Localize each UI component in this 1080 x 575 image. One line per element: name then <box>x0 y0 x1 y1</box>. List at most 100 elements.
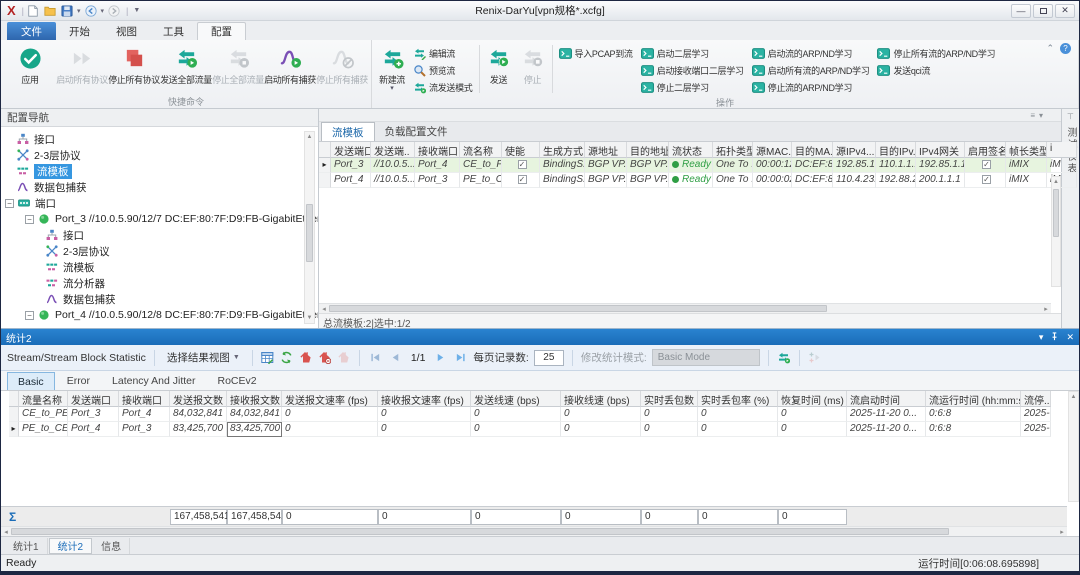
open-folder-icon[interactable] <box>43 4 57 18</box>
table-edit-icon[interactable] <box>261 351 275 365</box>
back-icon[interactable] <box>84 4 98 18</box>
column-header[interactable]: 发送线速 (bps) <box>471 391 561 407</box>
menu-tab-file[interactable]: 文件 <box>7 22 56 40</box>
cell[interactable]: 110.1.1.1 <box>876 158 916 173</box>
cell[interactable]: Port_3 <box>119 422 170 437</box>
minimize-button[interactable]: — <box>1011 4 1031 18</box>
stream-send-mode-button[interactable]: 流发送模式 <box>409 79 477 96</box>
cell[interactable]: BGP VP... <box>627 158 669 173</box>
nav-last-button[interactable] <box>453 351 468 365</box>
cell[interactable]: Port_3 <box>331 158 371 173</box>
column-header[interactable]: 接收线速 (bps) <box>561 391 641 407</box>
cell[interactable]: Port_3 <box>415 173 460 188</box>
cell[interactable]: 200.1.1.1 <box>916 173 965 188</box>
stats-tab-Basic[interactable]: Basic <box>7 372 55 390</box>
save-dropdown-icon[interactable]: ▾ <box>77 7 81 15</box>
tree-item[interactable]: 流模板 <box>1 163 318 179</box>
tree-vscrollbar[interactable]: ▲▼ <box>304 131 315 324</box>
ribbon-button-启动接收端口二层学习[interactable]: 启动接收端口二层学习 <box>637 62 748 79</box>
cell[interactable]: Port_4 <box>331 173 371 188</box>
column-header[interactable]: 源IPv4... <box>833 142 876 158</box>
column-header[interactable]: i <box>1047 142 1077 158</box>
tree-item[interactable]: 流模板 <box>1 259 318 275</box>
cell[interactable]: 0 <box>698 407 778 422</box>
flow-vscrollbar[interactable]: ▲ <box>1051 176 1061 287</box>
table-row[interactable]: ▸PE_to_CEPort_4Port_383,425,70083,425,70… <box>9 422 1067 437</box>
column-header[interactable]: 目的MA... <box>792 142 833 158</box>
tree-item[interactable]: 数据包捕获 <box>1 179 318 195</box>
cell[interactable]: 192.85.1.2 <box>833 158 876 173</box>
stats-tab-Latency And Jitter[interactable]: Latency And Jitter <box>102 372 205 390</box>
cell[interactable]: 00:00:02... <box>753 173 792 188</box>
help-icon[interactable]: ? <box>1060 43 1071 54</box>
cell[interactable]: ✓ <box>965 173 1006 188</box>
cell[interactable]: CE_to_PE <box>19 407 68 422</box>
stream-mode-icon[interactable] <box>777 351 791 365</box>
cell[interactable]: Port_3 <box>68 407 119 422</box>
checkbox-icon[interactable]: ✓ <box>982 175 991 184</box>
cell[interactable]: BGP VP... <box>585 173 627 188</box>
column-header[interactable]: 流停... <box>1021 391 1051 407</box>
ribbon-button-stopsq[interactable]: 停止所有协议 <box>108 42 160 86</box>
ribbon-button-停止所有流的ARP/ND学习[interactable]: 停止所有流的ARP/ND学习 <box>873 45 999 62</box>
app-icon[interactable]: X <box>7 4 16 17</box>
cell[interactable]: 0 <box>471 422 561 437</box>
column-header[interactable]: IPv4网关 <box>916 142 965 158</box>
flow-tab-流模板[interactable]: 流模板 <box>321 122 375 141</box>
new-stream-button[interactable]: 新建流 ▾ <box>375 42 409 91</box>
cell[interactable]: ✓ <box>502 158 540 173</box>
scroll-left-icon[interactable]: ◂ <box>1 528 11 536</box>
menu-tab-开始[interactable]: 开始 <box>56 22 103 40</box>
column-header[interactable]: 恢复时间 (ms) <box>778 391 847 407</box>
column-header[interactable]: 发送报文速率 (fps) <box>282 391 378 407</box>
expander-icon[interactable]: − <box>5 199 14 208</box>
tree-item[interactable]: 流分析器 <box>1 275 318 291</box>
menu-tab-工具[interactable]: 工具 <box>150 22 197 40</box>
cell[interactable]: 2025-11-20 0... <box>847 422 926 437</box>
cell[interactable]: 0 <box>282 407 378 422</box>
send-button[interactable]: 发送 <box>482 42 516 86</box>
cell[interactable]: 0 <box>641 422 698 437</box>
pin-icon[interactable] <box>1050 332 1059 343</box>
cell[interactable]: ✓ <box>502 173 540 188</box>
cell[interactable]: One To ... <box>713 158 753 173</box>
table-row[interactable]: ▸Port_3//10.0.5...Port_4CE_to_PE✓Binding… <box>319 158 1051 173</box>
maximize-button[interactable] <box>1033 4 1053 18</box>
cell[interactable]: 83,425,700 <box>227 422 282 437</box>
cell[interactable]: 192.85.1.1 <box>916 158 965 173</box>
tree-item[interactable]: 2-3层协议 <box>1 147 318 163</box>
close-button[interactable]: ✕ <box>1055 4 1075 18</box>
cell[interactable]: 0 <box>378 407 471 422</box>
drill-hand-badge-icon[interactable] <box>318 351 332 365</box>
cell[interactable]: ✓ <box>965 158 1006 173</box>
cell[interactable]: DC:EF:8... <box>792 158 833 173</box>
column-header[interactable]: 生成方式 <box>540 142 585 158</box>
column-header[interactable]: 流量名称 <box>19 391 68 407</box>
cell[interactable]: 2025-11-20 0... <box>847 407 926 422</box>
stats-hscrollbar[interactable]: ◂ ▸ <box>1 526 1067 536</box>
scroll-left-icon[interactable]: ◂ <box>319 305 329 313</box>
ribbon-button-启动流的ARP/ND学习[interactable]: 启动流的ARP/ND学习 <box>748 45 874 62</box>
column-header[interactable]: 接收报文数 <box>227 391 282 407</box>
column-header[interactable]: 拓扑类型 <box>713 142 753 158</box>
stats-tab-RoCEv2[interactable]: RoCEv2 <box>208 372 267 390</box>
table-row[interactable]: Port_4//10.0.5...Port_3PE_to_CE✓BindingS… <box>319 173 1051 188</box>
expander-icon[interactable]: − <box>25 311 34 320</box>
cell[interactable]: //10.0.5... <box>371 158 415 173</box>
column-header[interactable]: 发送端口 <box>68 391 119 407</box>
column-header[interactable]: 源地址 <box>585 142 627 158</box>
cell[interactable]: Ready <box>669 158 713 173</box>
column-header[interactable]: 帧长类型 <box>1006 142 1047 158</box>
dock-tab-信息[interactable]: 信息 <box>93 538 130 554</box>
column-header[interactable]: 流状态 <box>669 142 713 158</box>
tree-item[interactable]: −Port_4 //10.0.5.90/12/8 DC:EF:80:7F:D9:… <box>1 307 318 323</box>
close-icon[interactable]: ✕ <box>1066 332 1074 343</box>
cell[interactable]: 0 <box>641 407 698 422</box>
table-row[interactable]: CE_to_PEPort_3Port_484,032,84184,032,841… <box>9 407 1067 422</box>
cell[interactable]: One To ... <box>713 173 753 188</box>
cell[interactable]: 0 <box>561 407 641 422</box>
ribbon-button-停止二层学习[interactable]: 停止二层学习 <box>637 79 748 96</box>
column-header[interactable]: 接收端口 <box>119 391 170 407</box>
edit-stream-button[interactable]: 编辑流 <box>409 45 477 62</box>
cell[interactable]: 0 <box>778 407 847 422</box>
